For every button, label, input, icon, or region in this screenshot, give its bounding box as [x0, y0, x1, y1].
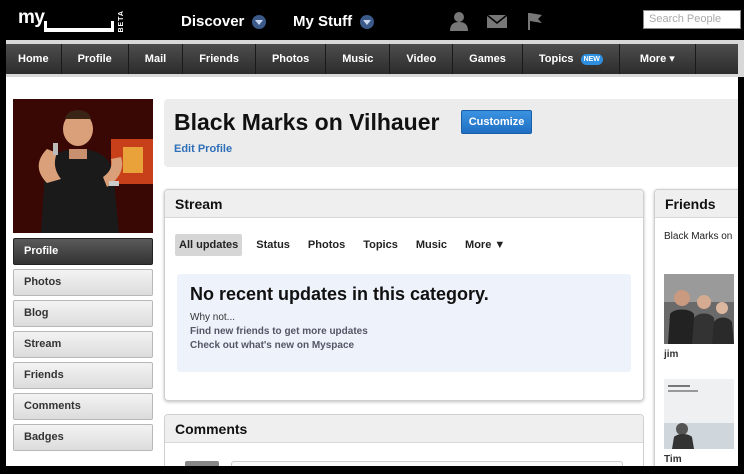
mail-icon[interactable] [486, 10, 508, 32]
album-cover [664, 379, 734, 449]
logo-text: my [18, 7, 45, 28]
chevron-down-icon [252, 15, 267, 29]
user-icon[interactable] [448, 10, 470, 32]
friends-subtitle: Black Marks on [664, 231, 733, 242]
edit-profile-link[interactable]: Edit Profile [174, 143, 232, 155]
my-stuff-menu[interactable]: My Stuff [293, 0, 375, 42]
tab-photos[interactable]: Photos [304, 234, 349, 256]
chevron-down-icon [360, 15, 375, 29]
customize-button[interactable]: Customize [461, 110, 532, 134]
sidebar-item-badges[interactable]: Badges [13, 424, 153, 451]
why-not-text: Why not... [190, 312, 236, 323]
stream-heading: Stream [165, 190, 643, 218]
avatar [185, 461, 219, 466]
nav-games[interactable]: Games [453, 44, 523, 74]
top-bar: my BETA Discover My Stuff Search People [0, 0, 744, 42]
tab-more[interactable]: More ▼ [461, 234, 509, 256]
performer-photo [13, 99, 153, 233]
profile-header: Black Marks on Vilhauer Customize Edit P… [164, 99, 738, 167]
sidebar-item-blog[interactable]: Blog [13, 300, 153, 327]
tab-status[interactable]: Status [252, 234, 294, 256]
whats-new-link[interactable]: Check out what's new on Myspace [190, 340, 618, 351]
profile-content: Profile Photos Blog Stream Friends Comme… [6, 77, 738, 466]
nav-topics[interactable]: Topics NEW [523, 44, 620, 74]
empty-state-title: No recent updates in this category. [190, 284, 489, 304]
friends-heading: Friends [655, 190, 738, 218]
beta-label: BETA [118, 10, 125, 33]
profile-photo[interactable] [13, 99, 153, 233]
nav-more[interactable]: More ▾ [620, 44, 696, 74]
tab-all-updates[interactable]: All updates [175, 234, 243, 256]
find-friends-link[interactable]: Find new friends to get more updates [190, 326, 618, 337]
stream-module: Stream All updates Status Photos Topics … [164, 189, 644, 401]
discover-menu[interactable]: Discover [181, 0, 267, 42]
sidebar-item-photos[interactable]: Photos [13, 269, 153, 296]
nav-topics-label: Topics [538, 53, 574, 65]
tab-topics[interactable]: Topics [359, 234, 402, 256]
group-photo [664, 274, 734, 344]
nav-profile[interactable]: Profile [62, 44, 129, 74]
comment-input[interactable] [231, 461, 623, 466]
sidebar-item-friends[interactable]: Friends [13, 362, 153, 389]
page-title: Black Marks on Vilhauer [174, 109, 440, 135]
nav-home[interactable]: Home [6, 44, 62, 74]
nav-photos[interactable]: Photos [256, 44, 327, 74]
flag-icon[interactable] [524, 10, 546, 32]
friends-module: Friends Black Marks on jim Tim [654, 189, 738, 466]
sidebar-item-comments[interactable]: Comments [13, 393, 153, 420]
search-input[interactable]: Search People [643, 10, 741, 29]
friend-photo-tim[interactable] [664, 379, 734, 449]
friend-name[interactable]: Tim [664, 454, 682, 465]
sidebar-item-profile[interactable]: Profile [13, 238, 153, 265]
nav-music[interactable]: Music [326, 44, 391, 74]
sidebar-item-stream[interactable]: Stream [13, 331, 153, 358]
friend-photo-jim[interactable] [664, 274, 734, 344]
comments-heading: Comments [165, 415, 643, 443]
main-nav: Home Profile Mail Friends Photos Music V… [6, 44, 738, 74]
myspace-logo[interactable]: my BETA [14, 4, 125, 38]
empty-state: No recent updates in this category. Why … [177, 274, 631, 372]
nav-mail[interactable]: Mail [129, 44, 184, 74]
profile-sidebar: Profile Photos Blog Stream Friends Comme… [13, 238, 153, 455]
nav-friends[interactable]: Friends [183, 44, 256, 74]
nav-video[interactable]: Video [390, 44, 454, 74]
new-badge: NEW [580, 53, 603, 65]
comments-module: Comments [164, 414, 644, 466]
tab-music[interactable]: Music [412, 234, 451, 256]
friend-name[interactable]: jim [664, 349, 678, 360]
stream-tabs: All updates Status Photos Topics Music M… [175, 234, 519, 256]
